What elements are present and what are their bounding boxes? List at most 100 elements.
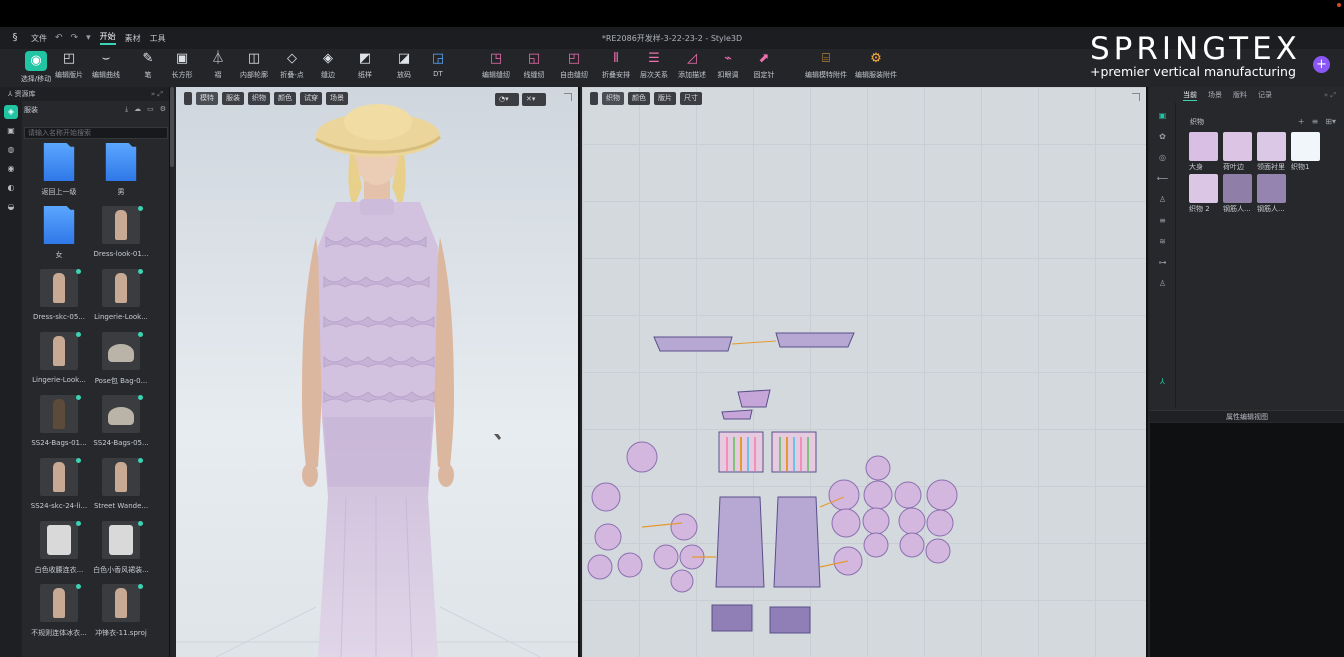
viewport-3d[interactable]: 模特 服装 织物 颜色 试穿 场景 ◔▾ ✕▾ (176, 87, 580, 657)
asset-item[interactable]: SS24-Bags-05... (90, 395, 152, 457)
viewport3d-tab-1[interactable]: 服装 (222, 91, 244, 105)
asset-item[interactable]: 返回上一级 (28, 143, 90, 205)
export-tool[interactable]: ⬈ 固定针 (744, 51, 784, 80)
pin-tool[interactable]: ⌁ 扣眼调 (708, 51, 748, 80)
fabric-list-icon[interactable]: ▣ (1157, 110, 1169, 122)
topstitch-list-icon[interactable]: ≡ (1157, 215, 1169, 227)
asset-item[interactable]: Dress-skc-05... (28, 269, 90, 331)
folder-icon[interactable]: ▭ (147, 105, 154, 115)
panel-collapse-icon[interactable]: » ⤢ (151, 90, 163, 99)
asset-item[interactable]: SS24-skc-24-li... (28, 458, 90, 520)
pleat-tool[interactable]: ⏃ 褶 (198, 51, 238, 80)
collapse-2d-icon[interactable] (590, 91, 598, 105)
fabric-item[interactable]: 钢筋人... (1257, 174, 1287, 214)
display-mode-button[interactable]: ✕▾ (522, 93, 546, 106)
menu-file[interactable]: 文件 (31, 33, 47, 44)
edit-curve-tool[interactable]: ⌣ 编辑曲线 (86, 51, 126, 80)
viewport2d-tab-0[interactable]: 织物 (602, 91, 624, 105)
undo-icon[interactable]: ↶ (55, 33, 63, 43)
library-scrollbar[interactable] (170, 87, 174, 167)
viewport3d-tab-0[interactable]: 模特 (196, 91, 218, 105)
sewing-line-tool[interactable]: ◱ 线缝纫 (514, 51, 554, 80)
asset-item[interactable]: Lingerie-Look... (90, 269, 152, 331)
fold-tool[interactable]: ◈ 缝边 (308, 51, 348, 80)
buttonhole-list-icon[interactable]: ◎ (1157, 152, 1169, 164)
viewport3d-tab-5[interactable]: 场景 (326, 91, 348, 105)
viewport3d-tab-3[interactable]: 颜色 (274, 91, 296, 105)
edit-gear-tool[interactable]: ⚙ 编辑服装附件 (850, 51, 902, 80)
asset-item[interactable]: Pose包 Bag-0... (90, 332, 152, 394)
fabric-item[interactable]: 钢筋人... (1223, 174, 1253, 214)
object-tab-2[interactable]: 版料 (1233, 90, 1247, 100)
avatar-tab-icon[interactable]: ▣ (4, 124, 18, 138)
seam-align-tool[interactable]: ⫴ 折叠安排 (596, 51, 636, 80)
settings-icon[interactable]: ⚙ (160, 105, 166, 115)
asset-item[interactable]: 白色收腰连衣... (28, 521, 90, 583)
garment-tab-icon[interactable]: ◈ (4, 105, 18, 119)
avatar-list-icon[interactable]: ♙ (1157, 278, 1169, 290)
edit-pattern-tool[interactable]: ◰ 编辑版片 (49, 51, 89, 80)
asset-item[interactable]: Street Wande... (90, 458, 152, 520)
text-tool[interactable]: ◲ DT (418, 51, 458, 78)
camera-view-button[interactable]: ◔▾ (495, 93, 519, 106)
list-view-icon[interactable]: ≡ (1312, 117, 1319, 126)
fabric-item[interactable]: 织物 2 (1189, 174, 1219, 214)
menu-tools[interactable]: 工具 (150, 33, 166, 44)
free-sew-tool[interactable]: ◰ 自由缝纫 (554, 51, 594, 80)
grid-view-icon[interactable]: ⊞▾ (1325, 117, 1336, 126)
menu-start[interactable]: 开始 (99, 31, 116, 45)
edit-hardware-tool[interactable]: ⌸ 编辑模特附件 (800, 51, 852, 80)
maximize-2d-icon[interactable] (1132, 93, 1140, 101)
viewport-2d[interactable]: 织物 颜色 版片 尺寸 (582, 87, 1148, 657)
internal-line-tool[interactable]: ◫ 内部轮廓 (234, 51, 274, 80)
cloud-icon[interactable]: ☁ (134, 105, 141, 115)
section-label[interactable]: 服装 (24, 105, 38, 115)
fabric-item[interactable]: 荷叶边 (1223, 132, 1253, 172)
menu-material[interactable]: 素材 (125, 33, 141, 44)
asset-item[interactable]: Dress-look-01... (90, 206, 152, 268)
asset-item[interactable]: 不规则连体冰衣... (28, 584, 90, 646)
object-tab-3[interactable]: 记录 (1258, 90, 1272, 100)
sew-edit-tool[interactable]: ◳ 编辑缝纫 (476, 51, 516, 80)
add-fabric-icon[interactable]: + (1298, 117, 1305, 126)
fabric-item[interactable]: 领面衬里 (1257, 132, 1287, 172)
asset-item[interactable]: Lingerie-Look... (28, 332, 90, 394)
material-tab-icon[interactable]: ◒ (4, 200, 18, 214)
asset-item[interactable]: 女 (28, 206, 90, 268)
scene-tab-icon[interactable]: ◐ (4, 181, 18, 195)
edit-hardware-icon: ⌸ (822, 51, 830, 66)
fabric-tab-icon[interactable]: ◍ (4, 143, 18, 157)
measure-list-icon[interactable]: ⊶ (1157, 257, 1169, 269)
viewport2d-tab-3[interactable]: 尺寸 (680, 91, 702, 105)
viewport2d-tab-2[interactable]: 版片 (654, 91, 676, 105)
hardware-tab-icon[interactable]: ◉ (4, 162, 18, 176)
button-list-icon[interactable]: ✿ (1157, 131, 1169, 143)
download-icon[interactable]: ⤓ (125, 105, 128, 115)
dropdown-icon[interactable]: ▾ (86, 33, 91, 43)
asset-item[interactable]: 男 (90, 143, 152, 205)
viewport3d-tab-4[interactable]: 试穿 (300, 91, 322, 105)
viewport2d-tab-1[interactable]: 颜色 (628, 91, 650, 105)
trim-list-icon[interactable]: ≋ (1157, 236, 1169, 248)
rectangle-tool[interactable]: ▣ 长方形 (162, 51, 202, 80)
layer-tool[interactable]: ☰ 层次关系 (634, 51, 674, 80)
zipper-list-icon[interactable]: ⟵ (1157, 173, 1169, 185)
pattern-tool[interactable]: ◩ 纸样 (345, 51, 385, 80)
fabric-item[interactable]: 大身 (1189, 132, 1219, 172)
redo-icon[interactable]: ↷ (71, 33, 79, 43)
hierarchy-icon[interactable]: ⅄ (1157, 376, 1169, 388)
object-tab-1[interactable]: 场景 (1208, 90, 1222, 100)
collapse-left-icon[interactable] (184, 91, 192, 105)
point-tool[interactable]: ◇ 折叠-点 (272, 51, 312, 80)
panel-collapse-icon[interactable]: » ⤢ (1324, 91, 1336, 100)
search-input[interactable]: 请输入名称开始搜索 (24, 127, 168, 139)
asset-item[interactable]: 冲锋衣-11.sproj (90, 584, 152, 646)
object-tab-0[interactable]: 当前 (1183, 90, 1197, 101)
add-tag-tool[interactable]: ◿ 添加描述 (672, 51, 712, 80)
asset-item[interactable]: SS24-Bags-01... (28, 395, 90, 457)
maximize-3d-icon[interactable] (564, 93, 572, 101)
viewport3d-tab-2[interactable]: 织物 (248, 91, 270, 105)
fabric-item[interactable]: 织物1 (1291, 132, 1321, 172)
graphic-list-icon[interactable]: ♙ (1157, 194, 1169, 206)
asset-item[interactable]: 白色小香风裙装... (90, 521, 152, 583)
